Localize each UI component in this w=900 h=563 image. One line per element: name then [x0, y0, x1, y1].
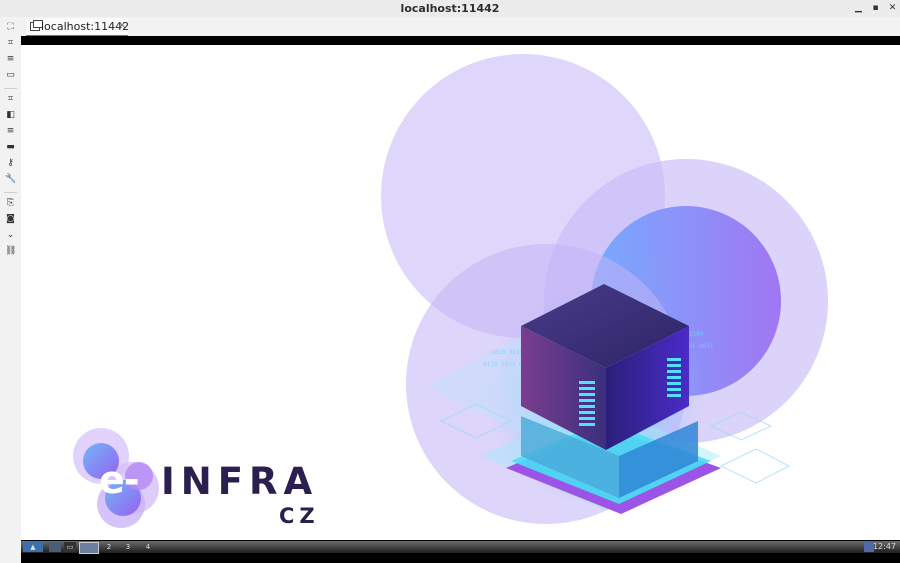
fullscreen-icon[interactable]: ⌗	[5, 38, 16, 49]
window-icon[interactable]: ▭	[5, 70, 16, 81]
wrench-icon[interactable]: 🔧	[5, 174, 16, 185]
divider	[4, 88, 17, 89]
fit-icon[interactable]: ⛶	[5, 22, 16, 33]
floor-panel	[719, 448, 791, 484]
camera-icon[interactable]: ◙	[5, 214, 16, 225]
workspace-3[interactable]: 3	[120, 542, 136, 552]
logo-e: e-	[99, 458, 140, 502]
keyboard-icon[interactable]: ▬	[5, 142, 16, 153]
clipboard-icon[interactable]: ⎘	[5, 198, 16, 209]
sidebar-toolbar: ⛶ ⌗ ≡ ▭ ⌗ ◧ ≡ ▬ ⚷ 🔧 ⎘ ◙ ⌄ ⛓	[0, 17, 22, 563]
tab-window-icon	[30, 20, 43, 31]
keys-icon[interactable]: ⚷	[5, 158, 16, 169]
workspace-4[interactable]: 4	[140, 542, 156, 552]
taskbar-window-icon[interactable]: ▭	[64, 542, 76, 552]
tab-close-icon[interactable]: ×	[118, 20, 126, 31]
logo-infra: INFRA	[161, 460, 319, 503]
wallpaper-illustration: 1010 0110 1001 0110 1011 0010 0101 1100 …	[73, 54, 828, 528]
tab-label: localhost:11442	[41, 20, 130, 33]
tab-bar: localhost:11442 ×	[21, 17, 900, 37]
taskbar-clock: 12:47	[872, 542, 896, 551]
minimize-button[interactable]: ▁	[852, 2, 865, 15]
workspace-2[interactable]: 2	[101, 542, 117, 552]
scale-icon[interactable]: ⌗	[5, 94, 16, 105]
menu-icon[interactable]: ≡	[5, 54, 16, 65]
maximize-button[interactable]: ▪	[869, 2, 882, 15]
workspace-1[interactable]	[79, 542, 99, 554]
resize-icon[interactable]: ◧	[5, 110, 16, 121]
divider	[4, 192, 17, 193]
window-titlebar: localhost:11442 ▁ ▪ ✕	[0, 0, 900, 18]
list-icon[interactable]: ≡	[5, 126, 16, 137]
start-menu-icon[interactable]: ▲	[23, 542, 43, 552]
chevron-down-icon[interactable]: ⌄	[5, 230, 16, 241]
tab-localhost[interactable]: localhost:11442 ×	[26, 18, 130, 37]
window-title: localhost:11442	[400, 2, 500, 15]
logo-country: CZ	[279, 504, 320, 528]
link-icon[interactable]: ⛓	[5, 246, 16, 257]
remote-desktop-screen[interactable]: 1010 0110 1001 0110 1011 0010 0101 1100 …	[21, 36, 900, 540]
remote-taskbar: ▲ ▭ 2 3 4 12:47	[21, 540, 900, 563]
taskbar-app-icon[interactable]	[49, 542, 61, 552]
close-button[interactable]: ✕	[886, 2, 899, 15]
